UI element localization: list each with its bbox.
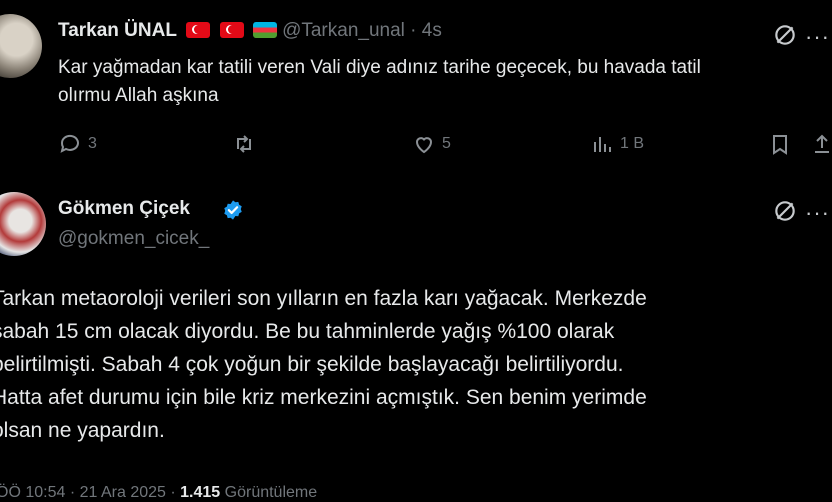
more-options-icon[interactable]: ··· — [805, 24, 830, 50]
verified-badge-icon — [224, 200, 242, 220]
views-label: Görüntüleme — [224, 484, 318, 501]
views-total: 1.415 — [180, 484, 221, 501]
main-tweet-text: Tarkan metaoroloji verileri son yılların… — [0, 287, 647, 442]
like-count: 5 — [442, 135, 451, 152]
share-button[interactable] — [810, 132, 832, 156]
main-author-name[interactable]: Gökmen Çiçek — [58, 198, 190, 220]
retweet-icon — [237, 135, 251, 153]
reply-timestamp[interactable]: 4s — [422, 20, 442, 41]
turkey-flag-icon — [219, 22, 244, 38]
separator-dot: · — [410, 20, 417, 41]
reply-author-avatar[interactable] — [0, 14, 42, 78]
tweet-date[interactable]: 21 Ara 2025 — [80, 484, 166, 501]
heart-icon — [415, 137, 433, 154]
reply-tweet-text: Kar yağmadan kar tatili veren Vali diye … — [58, 57, 701, 106]
main-author-handle[interactable]: @gokmen_cicek_ — [58, 228, 209, 250]
reply-header: Tarkan ÜNAL @Tarkan_unal · 4s — [58, 20, 442, 42]
views-count: 1 B — [620, 135, 645, 152]
reply-action-bar: 3 5 1 B — [58, 132, 832, 160]
grok-icon[interactable] — [772, 22, 798, 53]
separator-dot: · — [69, 484, 76, 501]
bookmark-icon — [773, 135, 787, 155]
tweet-metadata: ÖÖ 10:54 · 21 Ara 2025 · 1.415 Görüntüle… — [0, 484, 317, 502]
turkey-flag-icon — [186, 22, 211, 38]
azerbaijan-flag-icon — [252, 22, 277, 38]
grok-icon[interactable] — [772, 198, 798, 229]
more-options-icon[interactable]: ··· — [805, 200, 830, 226]
reply-count: 3 — [88, 135, 97, 152]
tweet-time[interactable]: ÖÖ 10:54 — [0, 484, 65, 501]
reply-button[interactable]: 3 — [58, 132, 97, 156]
views-button[interactable]: 1 B — [590, 132, 644, 156]
reply-icon — [60, 134, 79, 153]
bookmark-button[interactable] — [768, 132, 792, 156]
reply-author-handle[interactable]: @Tarkan_unal — [282, 20, 405, 41]
main-author-avatar[interactable] — [0, 192, 46, 256]
analytics-icon — [594, 137, 611, 152]
reply-author-name[interactable]: Tarkan ÜNAL — [58, 20, 177, 41]
like-button[interactable]: 5 — [412, 132, 451, 156]
retweet-button[interactable] — [232, 132, 262, 156]
separator-dot: · — [170, 484, 176, 501]
share-icon — [815, 134, 829, 153]
